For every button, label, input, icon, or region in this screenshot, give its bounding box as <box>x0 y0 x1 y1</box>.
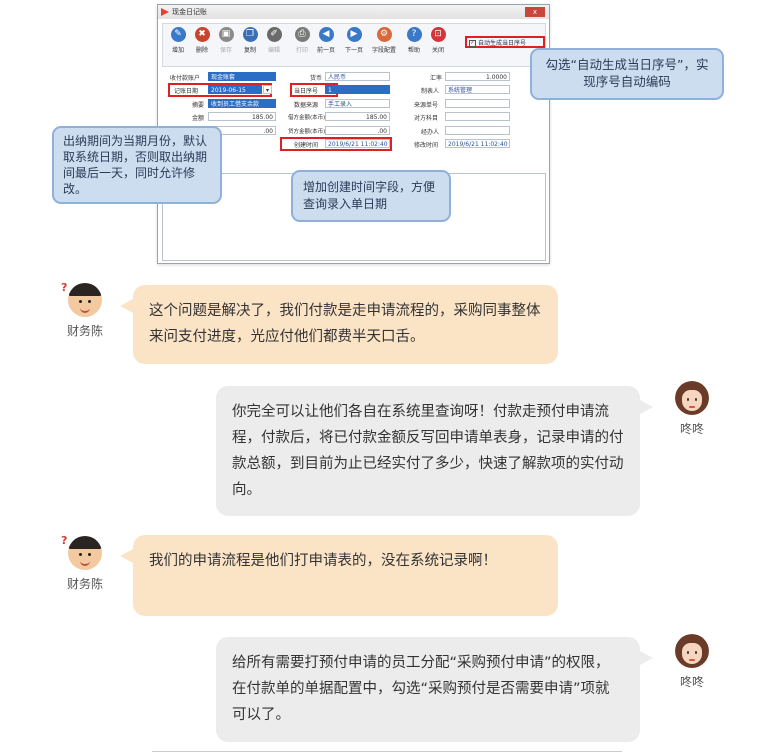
help-icon: ? <box>406 27 422 42</box>
debit-label: 借方金额(本币) <box>288 115 326 121</box>
gear-icon: ⚙ <box>376 27 392 42</box>
sender-name: 财务陈 <box>66 577 103 591</box>
rate-label: 汇率 <box>430 75 443 82</box>
edit-icon: ✐ <box>266 27 282 42</box>
chat-message: 这个问题是解决了，我们付款是走申请流程的，采购同事整体来问支付进度，光应付他们都… <box>120 285 558 364</box>
subject-field[interactable] <box>445 112 510 121</box>
callout-auto-sequence: 勾选“自动生成当日序号”，实现序号自动编码 <box>530 48 724 100</box>
subject-label: 对方科目 <box>414 115 439 122</box>
sender-name: 咚咚 <box>679 675 704 689</box>
close-button[interactable]: ⊡ 关闭 <box>427 27 449 54</box>
finance-avatar-2: ? 财务陈 <box>55 534 115 592</box>
next-icon: ▶ <box>346 27 362 42</box>
seq-field[interactable]: 1 <box>325 85 390 94</box>
avatar <box>68 536 102 570</box>
checkbox-check-icon: ✓ <box>469 40 476 47</box>
callout-cashier-period: 出纳期间为当期月份，默认取系统日期，否则取出纳期间最后一天，同时允许修改。 <box>52 126 222 204</box>
print-icon: ⎙ <box>294 27 310 42</box>
account-label: 收付款账户 <box>170 75 201 82</box>
rate-field[interactable]: 1.0000 <box>445 72 510 81</box>
question-mark-icon: ? <box>61 534 68 547</box>
print-button[interactable]: ⎙ 打印 <box>291 27 313 54</box>
pencil-icon: ✎ <box>170 27 186 42</box>
created-label: 创建时间 <box>294 142 319 149</box>
delete-icon: ✖ <box>194 27 210 42</box>
sender-name: 财务陈 <box>66 324 103 338</box>
seq-label: 当日序号 <box>294 88 319 95</box>
currency-label: 货币 <box>310 75 323 82</box>
summary-label: 摘要 <box>192 102 205 109</box>
source-field[interactable]: 手工录入 <box>325 99 390 108</box>
avatar <box>675 634 709 668</box>
save-button[interactable]: ▣ 保存 <box>215 27 237 54</box>
finance-avatar-1: ? 财务陈 <box>55 281 115 339</box>
credit-label: 贷方金额(本币) <box>288 129 326 135</box>
prev-icon: ◀ <box>318 27 334 42</box>
modified-label: 修改时间 <box>414 142 439 149</box>
app-logo-icon <box>161 8 169 16</box>
avatar <box>675 381 709 415</box>
created-field: 2019/6/21 11:02:40 <box>325 139 390 148</box>
credit-field[interactable]: .00 <box>325 126 390 135</box>
maker-field[interactable]: 系统管理 <box>445 85 510 94</box>
delete-button[interactable]: ✖ 删除 <box>191 27 213 54</box>
account-field[interactable]: 现金账套 <box>208 72 276 81</box>
chat-message: 我们的申请流程是他们打申请表的，没在系统记录啊！ <box>120 535 558 616</box>
add-button[interactable]: ✎ 增加 <box>167 27 189 54</box>
dongdong-avatar-2: 咚咚 <box>662 634 722 690</box>
next-page-button[interactable]: ▶ 下一页 <box>343 27 365 54</box>
date-label: 记账日期 <box>174 88 199 95</box>
amount-label: 金额 <box>192 115 205 122</box>
dongdong-avatar-1: 咚咚 <box>662 381 722 437</box>
date-dropdown-icon[interactable]: ▾ <box>263 85 272 94</box>
summary-field[interactable]: 收到员工借支余款 <box>208 99 276 108</box>
date-field[interactable]: 2019-06-15 <box>208 85 262 94</box>
avatar <box>68 283 102 317</box>
handler-field[interactable] <box>445 126 510 135</box>
auto-seq-checkbox[interactable]: ✓ 自动生成当日序号 <box>465 36 545 48</box>
sender-name: 咚咚 <box>679 422 704 436</box>
close-icon: ⊡ <box>430 27 446 42</box>
toolbar: ✎ 增加 ✖ 删除 ▣ 保存 ❐ 复制 ✐ 编辑 ⎙ 打印 ◀ 前一页 ▶ 下一 <box>162 23 546 67</box>
window-close-button[interactable]: x <box>525 7 545 17</box>
help-button[interactable]: ? 帮助 <box>403 27 425 54</box>
source-no-label: 来源单号 <box>414 102 439 109</box>
callout-created-time: 增加创建时间字段，方便查询录入单日期 <box>291 170 451 222</box>
window-title: 现金日记账 <box>172 8 207 16</box>
handler-label: 经办人 <box>421 129 440 136</box>
question-mark-icon: ? <box>61 281 68 294</box>
chat-message: 你完全可以让他们各自在系统里查询呀！付款走预付申请流程，付款后，将已付款金额反写… <box>216 386 653 516</box>
chat-message: 给所有需要打预付申请的员工分配“采购预付申请”的权限，在付款单的单据配置中，勾选… <box>216 637 653 742</box>
divider <box>152 751 622 752</box>
save-icon: ▣ <box>218 27 234 42</box>
source-label: 数据来源 <box>294 102 319 109</box>
source-no-field[interactable] <box>445 99 510 108</box>
modified-field: 2019/6/21 11:02:40 <box>445 139 510 148</box>
copy-button[interactable]: ❐ 复制 <box>239 27 261 54</box>
copy-icon: ❐ <box>242 27 258 42</box>
field-config-button[interactable]: ⚙ 字段配置 <box>371 27 397 54</box>
debit-field[interactable]: 185.00 <box>325 112 390 121</box>
maker-label: 制表人 <box>421 88 440 95</box>
currency-field[interactable]: 人民币 <box>325 72 390 81</box>
prev-page-button[interactable]: ◀ 前一页 <box>315 27 337 54</box>
window-titlebar: 现金日记账 x <box>158 5 549 19</box>
edit-button[interactable]: ✐ 编辑 <box>263 27 285 54</box>
amount-field[interactable]: 185.00 <box>208 112 276 121</box>
